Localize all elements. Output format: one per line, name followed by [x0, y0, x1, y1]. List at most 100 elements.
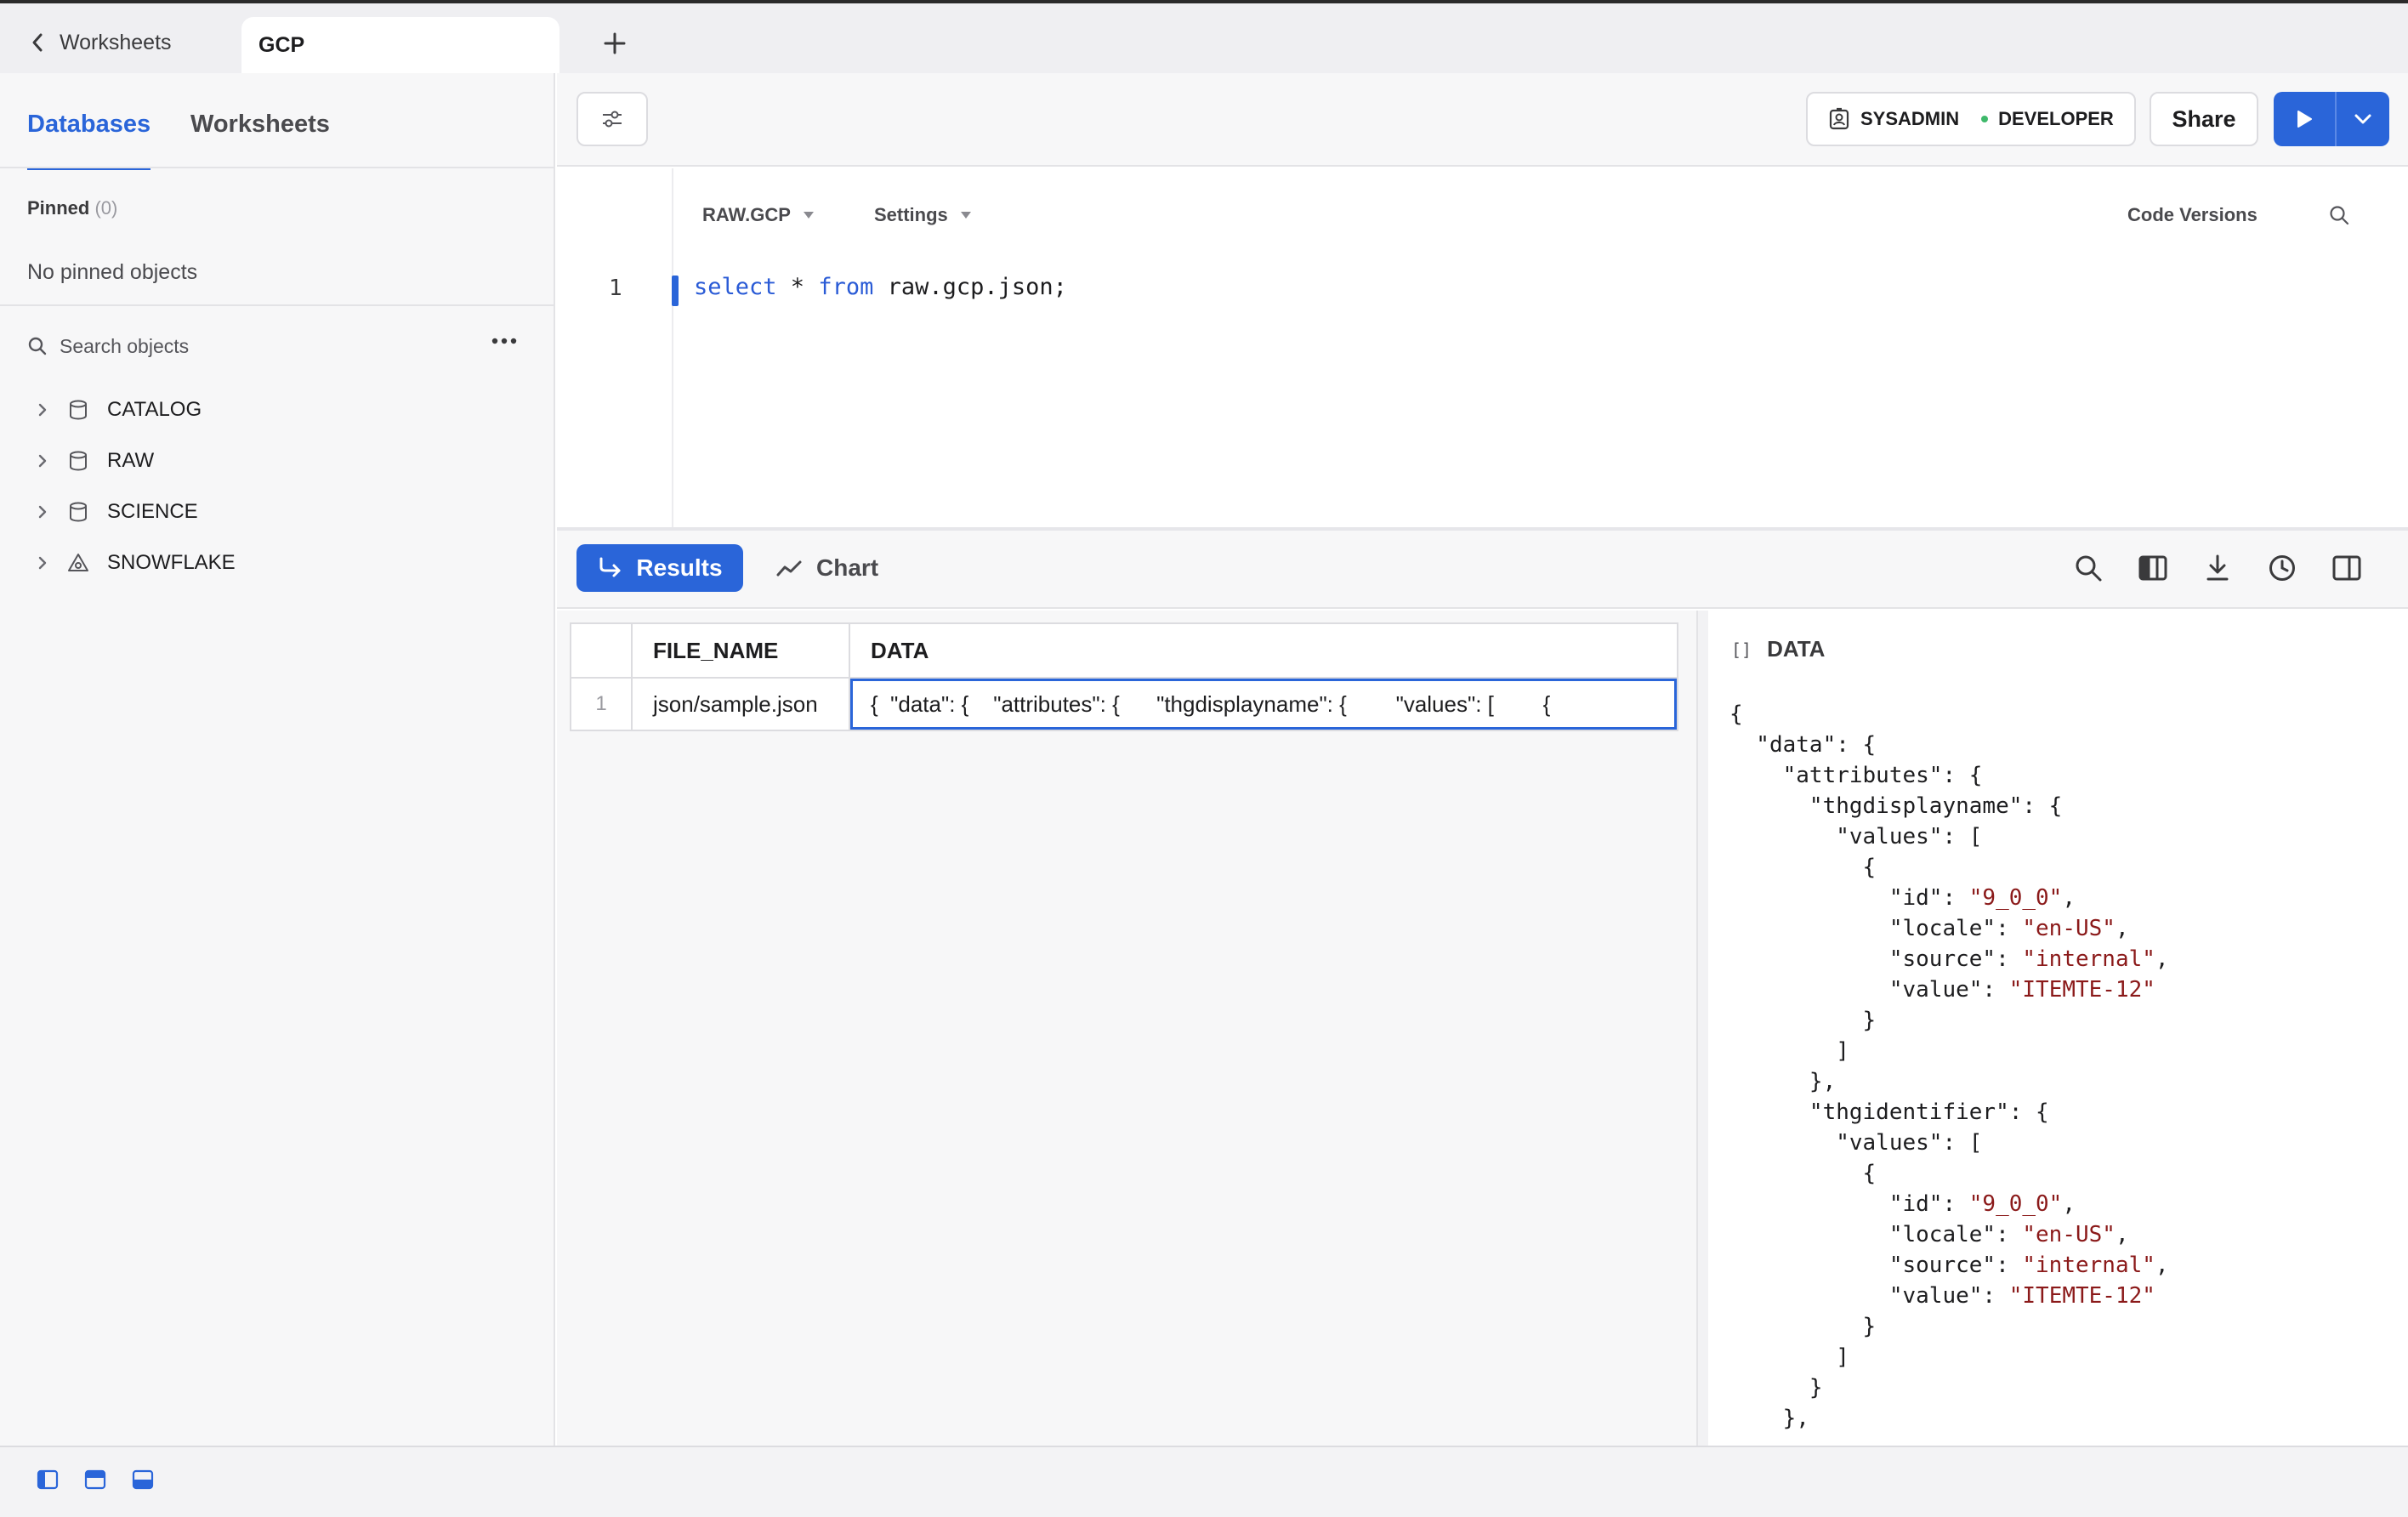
json-token: "locale": — [1729, 916, 2023, 941]
json-line: "values": [ — [1729, 821, 2169, 852]
status-bar — [0, 1446, 2408, 1517]
warehouse-status-dot — [1981, 116, 1989, 122]
json-line: "data": { — [1729, 730, 2169, 760]
search-objects-input[interactable]: Search objects — [27, 332, 189, 361]
no-pinned-message: No pinned objects — [27, 260, 198, 284]
json-line: } — [1729, 1311, 2169, 1342]
snowflake-share-icon — [68, 554, 88, 571]
search-results-button[interactable] — [2071, 551, 2105, 585]
results-table: FILE_NAME DATA 1 json/sample.json { "dat… — [570, 622, 1678, 731]
json-viewer[interactable]: { "data": { "attributes": { "thgdisplayn… — [1729, 699, 2169, 1434]
run-query-button[interactable] — [2274, 92, 2337, 146]
json-line: "attributes": { — [1729, 760, 2169, 791]
editor-gutter-divider — [672, 168, 673, 527]
json-token: , — [2062, 885, 2076, 911]
column-header-file-name[interactable]: FILE_NAME — [633, 624, 850, 677]
editor-search-button[interactable] — [2328, 204, 2350, 226]
json-string-value: "en-US" — [2022, 916, 2116, 941]
columns-icon — [2138, 555, 2167, 581]
chart-label: Chart — [816, 554, 879, 581]
clock-icon — [2269, 555, 2295, 581]
json-line: "source": "internal", — [1729, 1250, 2169, 1281]
keyword-from: from — [818, 274, 874, 300]
json-line: }, — [1729, 1066, 2169, 1097]
database-item-snowflake[interactable]: SNOWFLAKE — [32, 546, 236, 580]
array-type-icon: [] — [1731, 639, 1752, 660]
database-label: CATALOG — [107, 398, 202, 421]
query-history-button[interactable] — [2265, 551, 2299, 585]
json-token: "value": — [1729, 977, 2009, 1003]
tab-worksheets[interactable]: Worksheets — [190, 111, 330, 170]
back-to-worksheets-tab[interactable]: Worksheets — [31, 17, 172, 68]
search-icon — [28, 337, 47, 355]
json-line: } — [1729, 1005, 2169, 1036]
database-item-science[interactable]: SCIENCE — [32, 495, 198, 529]
json-token: "values": [ — [1729, 1130, 1983, 1156]
cell-data-selected[interactable]: { "data": { "attributes": { "thgdisplayn… — [850, 679, 1677, 730]
pinned-header[interactable]: Pinned (0) — [27, 197, 117, 219]
database-context-label: RAW.GCP — [702, 204, 791, 225]
caret-down-icon — [960, 212, 971, 219]
json-token: "data": { — [1729, 732, 1877, 758]
worksheet-tab-gcp[interactable]: GCP — [241, 17, 559, 73]
code-versions-button[interactable]: Code Versions — [2127, 204, 2258, 226]
pinned-count: (0) — [94, 197, 118, 219]
add-tab-button[interactable] — [595, 24, 634, 63]
json-token: ] — [1729, 1038, 1849, 1064]
layout-bottom-panel-button[interactable] — [131, 1468, 155, 1491]
layout-top-panel-button[interactable] — [83, 1468, 107, 1491]
search-icon — [2330, 206, 2349, 225]
code-line[interactable]: select * from raw.gcp.json; — [694, 274, 1067, 300]
detail-panel-resize-handle[interactable] — [1696, 611, 1708, 1446]
code-token: * — [776, 274, 819, 300]
json-token: "source": — [1729, 1253, 2023, 1278]
more-horizontal-icon — [491, 338, 517, 344]
settings-dropdown[interactable]: Settings — [874, 204, 972, 226]
column-header-data[interactable]: DATA — [850, 624, 1677, 677]
more-options-button[interactable] — [491, 337, 517, 345]
database-label: SCIENCE — [107, 500, 198, 523]
toggle-detail-panel-button[interactable] — [2330, 551, 2364, 585]
database-icon — [70, 451, 87, 471]
table-header-row: FILE_NAME DATA — [571, 624, 1677, 677]
chart-tab-button[interactable]: Chart — [775, 544, 878, 592]
share-button[interactable]: Share — [2150, 92, 2258, 146]
role-warehouse-selector[interactable]: SYSADMIN DEVELOPER — [1806, 92, 2136, 146]
run-options-dropdown[interactable] — [2337, 92, 2389, 146]
column-view-button[interactable] — [2136, 551, 2170, 585]
layout-left-panel-button[interactable] — [36, 1468, 60, 1491]
filter-settings-button[interactable] — [576, 92, 648, 146]
json-line: "id": "9_0_0", — [1729, 883, 2169, 913]
database-icon — [70, 502, 87, 522]
json-token: } — [1729, 1375, 1823, 1401]
split-panel-icon — [2332, 555, 2361, 581]
results-label: Results — [636, 554, 723, 581]
results-tab-button[interactable]: Results — [576, 544, 743, 592]
json-token: "id": — [1729, 885, 1969, 911]
json-token: "attributes": { — [1729, 763, 1983, 788]
active-line-marker — [672, 276, 679, 306]
run-button[interactable] — [2274, 92, 2389, 146]
json-token: { — [1729, 1161, 1877, 1186]
cell-file-name[interactable]: json/sample.json — [633, 679, 850, 730]
json-string-value: "9_0_0" — [1968, 885, 2063, 911]
json-string-value: "ITEMTE-12" — [2008, 1283, 2155, 1309]
json-line: { — [1729, 699, 2169, 730]
tab-databases[interactable]: Databases — [27, 111, 150, 170]
table-row[interactable]: 1 json/sample.json { "data": { "attribut… — [571, 677, 1677, 730]
detail-panel-title: DATA — [1767, 636, 1826, 662]
json-line: "locale": "en-US", — [1729, 913, 2169, 944]
database-item-raw[interactable]: RAW — [32, 444, 154, 478]
json-token: } — [1729, 1008, 1877, 1033]
chevron-left-icon — [32, 33, 43, 52]
json-token: { — [1729, 702, 1743, 727]
json-string-value: "ITEMTE-12" — [2008, 977, 2155, 1003]
database-item-catalog[interactable]: CATALOG — [32, 393, 202, 427]
database-context-selector[interactable]: RAW.GCP — [702, 204, 815, 226]
return-arrow-icon — [599, 557, 621, 577]
json-line: "thgidentifier": { — [1729, 1097, 2169, 1128]
json-line: ] — [1729, 1342, 2169, 1372]
json-line: "id": "9_0_0", — [1729, 1189, 2169, 1219]
download-icon — [2206, 554, 2229, 581]
download-results-button[interactable] — [2201, 551, 2235, 585]
